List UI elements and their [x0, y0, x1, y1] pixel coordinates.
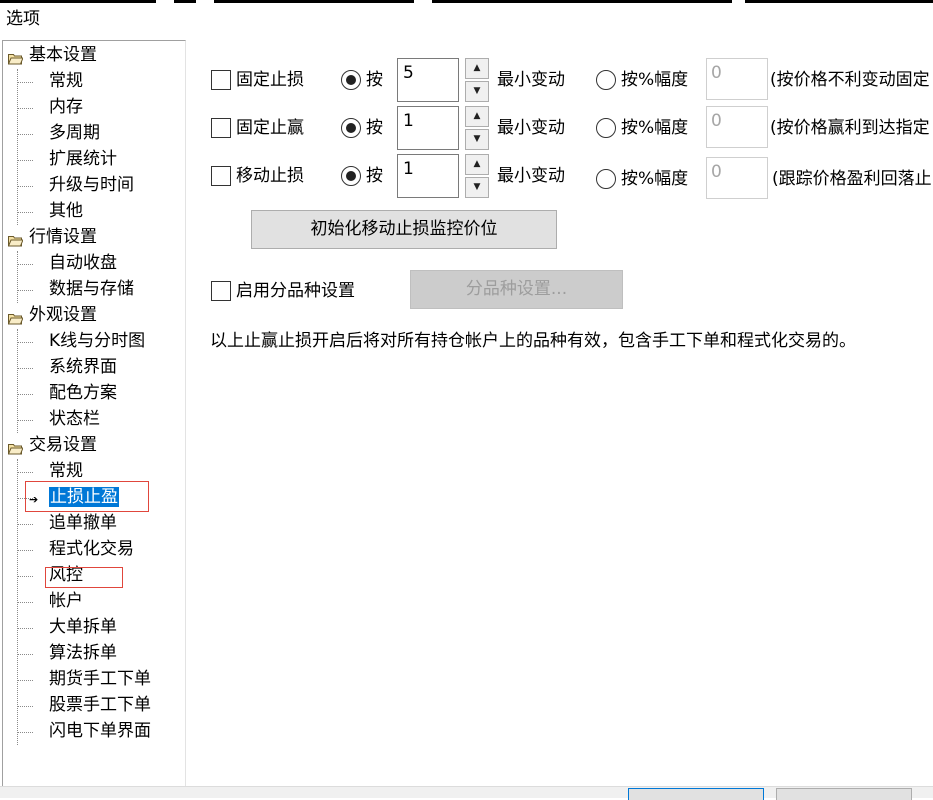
by-tick-label-2: 按 [366, 118, 383, 138]
window-top-border [0, 0, 933, 4]
by-tick-radio-2[interactable] [341, 118, 361, 138]
tree-item-futures-manual[interactable]: 期货手工下单 [49, 667, 151, 693]
by-percent-label-2: 按%幅度 [621, 118, 689, 138]
tree-item-chase-cancel[interactable]: 追单撤单 [49, 511, 117, 537]
by-percent-radio-2[interactable] [596, 118, 616, 138]
spin-down-icon[interactable]: ▼ [465, 129, 489, 150]
by-percent-radio-3[interactable] [596, 169, 616, 189]
per-product-settings-button[interactable]: 分品种设置... [410, 270, 623, 309]
tree-item-account[interactable]: 帐户 [49, 589, 83, 615]
tree-item-multi-period[interactable]: 多周期 [49, 121, 100, 147]
tree-item-memory[interactable]: 内存 [49, 95, 83, 121]
fixed-stop-loss-label: 固定止损 [236, 70, 304, 90]
highlight-box-stop [25, 481, 149, 512]
folder-open-icon [7, 310, 24, 325]
take-profit-description: (按价格赢利到达指定 [770, 118, 930, 138]
stop-loss-spinner[interactable]: ▲ ▼ [465, 58, 489, 102]
take-profit-percent-input[interactable]: 0 [706, 106, 768, 148]
trailing-stop-ticks-input[interactable]: 1 [397, 154, 459, 198]
tree-item-algo-split[interactable]: 算法拆单 [49, 641, 117, 667]
by-tick-radio-1[interactable] [341, 70, 361, 90]
take-profit-spinner[interactable]: ▲ ▼ [465, 106, 489, 150]
min-tick-label-3: 最小变动 [497, 166, 565, 186]
by-tick-label-1: 按 [366, 70, 383, 90]
tree-category-market[interactable]: 行情设置 [29, 225, 97, 251]
window-title: 选项 [6, 9, 40, 29]
fixed-stop-loss-checkbox[interactable] [211, 70, 231, 90]
spin-up-icon[interactable]: ▲ [465, 106, 489, 127]
tree-item-upgrade-time[interactable]: 升级与时间 [49, 173, 134, 199]
tree-item-big-order-split[interactable]: 大单拆单 [49, 615, 117, 641]
spin-down-icon[interactable]: ▼ [465, 177, 489, 198]
by-percent-label-3: 按%幅度 [621, 169, 689, 189]
tree-category-appearance[interactable]: 外观设置 [29, 303, 97, 329]
spin-up-icon[interactable]: ▲ [465, 154, 489, 175]
tree-item-system-ui[interactable]: 系统界面 [49, 355, 117, 381]
trailing-stop-description: (跟踪价格盈利回落止 [772, 169, 932, 189]
trailing-stop-percent-input[interactable]: 0 [706, 157, 768, 199]
tree-category-trading[interactable]: 交易设置 [29, 433, 97, 459]
by-tick-radio-3[interactable] [341, 166, 361, 186]
fixed-take-profit-checkbox[interactable] [211, 118, 231, 138]
trailing-stop-spinner[interactable]: ▲ ▼ [465, 154, 489, 198]
tree-item-status-bar[interactable]: 状态栏 [49, 407, 100, 433]
spin-up-icon[interactable]: ▲ [465, 58, 489, 79]
fixed-take-profit-label: 固定止赢 [236, 118, 304, 138]
tree-item-stock-manual[interactable]: 股票手工下单 [49, 693, 151, 719]
folder-open-icon [7, 232, 24, 247]
highlight-box-risk [45, 567, 123, 588]
stop-loss-ticks-input[interactable]: 5 [397, 58, 459, 102]
tree-item-kline[interactable]: K线与分时图 [49, 329, 145, 355]
info-note: 以上止赢止损开启后将对所有持仓帐户上的品种有效，包含手工下单和程式化交易的。 [210, 331, 856, 351]
spin-down-icon[interactable]: ▼ [465, 81, 489, 102]
tree-item-general[interactable]: 常规 [49, 69, 83, 95]
folder-open-icon [7, 50, 24, 65]
stop-loss-description: (按价格不利变动固定 [770, 70, 930, 90]
tree-item-data-storage[interactable]: 数据与存储 [49, 277, 134, 303]
per-product-label: 启用分品种设置 [236, 281, 355, 301]
tree-category-basic[interactable]: 基本设置 [29, 43, 97, 69]
trailing-stop-label: 移动止损 [236, 166, 304, 186]
by-percent-label-1: 按%幅度 [621, 70, 689, 90]
per-product-checkbox[interactable] [211, 281, 231, 301]
folder-open-icon [7, 440, 24, 455]
tree-item-flash-order[interactable]: 闪电下单界面 [49, 719, 151, 745]
min-tick-label-2: 最小变动 [497, 118, 565, 138]
tree-item-extended-stats[interactable]: 扩展统计 [49, 147, 117, 173]
by-percent-radio-1[interactable] [596, 70, 616, 90]
ok-button[interactable] [628, 788, 764, 800]
tree-item-auto-close[interactable]: 自动收盘 [49, 251, 117, 277]
tree-item-other[interactable]: 其他 [49, 199, 83, 225]
tree-item-color-scheme[interactable]: 配色方案 [49, 381, 117, 407]
by-tick-label-3: 按 [366, 166, 383, 186]
take-profit-ticks-input[interactable]: 1 [397, 106, 459, 150]
cancel-button[interactable] [776, 788, 912, 800]
init-trailing-stop-button[interactable]: 初始化移动止损监控价位 [251, 210, 557, 249]
min-tick-label-1: 最小变动 [497, 70, 565, 90]
trailing-stop-checkbox[interactable] [211, 166, 231, 186]
options-tree[interactable]: 基本设置 常规 内存 多周期 扩展统计 升级与时间 其他 行情设置 自动收盘 数… [2, 40, 186, 788]
tree-item-programmatic[interactable]: 程式化交易 [49, 537, 134, 563]
stop-loss-percent-input[interactable]: 0 [706, 58, 768, 100]
